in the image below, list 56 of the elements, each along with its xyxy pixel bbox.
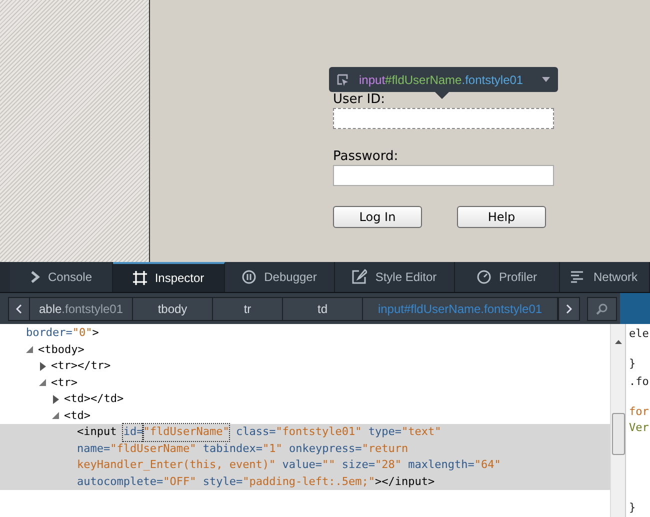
breadcrumb[interactable]: td	[283, 296, 363, 320]
tab-label: Inspector	[154, 270, 204, 285]
expanded-triangle-icon[interactable]	[26, 345, 34, 354]
tab-label: Style Editor	[375, 270, 437, 284]
markup-line[interactable]: border="0">	[0, 325, 610, 342]
pencil-icon	[352, 269, 368, 284]
expanded-triangle-icon[interactable]	[52, 411, 60, 420]
devtools-tab[interactable]: Network	[560, 262, 650, 292]
collapsed-triangle-icon[interactable]	[39, 362, 47, 371]
devtools-tab[interactable]: Console	[10, 262, 113, 292]
dropdown-caret-icon[interactable]	[542, 77, 550, 82]
field-label: User ID:	[333, 92, 386, 107]
markup-line[interactable]: <tbody>	[0, 342, 610, 358]
tab-label: Debugger	[264, 270, 317, 284]
tooltip-selector: input#fldUserName.fontstyle01	[359, 72, 524, 86]
devtools-tab[interactable]: Debugger	[225, 262, 335, 292]
pause-icon	[242, 270, 256, 284]
log-in-button[interactable]: Log In	[333, 206, 422, 228]
tab-label: Console	[48, 270, 92, 284]
css-rule-text: }	[629, 357, 637, 372]
breadcrumb[interactable]: able.fontstyle01	[30, 296, 133, 320]
css-rule-text: Ver	[629, 421, 650, 436]
field-label: Password:	[333, 149, 400, 164]
scroll-thumb[interactable]	[612, 413, 625, 455]
chevron-icon	[30, 270, 40, 283]
pick-element-icon	[337, 74, 349, 86]
gauge-icon	[476, 270, 491, 284]
search-icon	[596, 302, 608, 314]
devtools-tab[interactable]: Inspector	[113, 262, 225, 292]
forward-arrow-button[interactable]	[558, 296, 580, 320]
input-field[interactable]	[333, 165, 554, 186]
lines-icon	[571, 270, 586, 283]
breadcrumb[interactable]: tbody	[133, 296, 213, 320]
css-rule-text: ele	[629, 327, 650, 342]
expanded-triangle-icon[interactable]	[39, 378, 47, 388]
collapsed-triangle-icon[interactable]	[52, 394, 60, 404]
css-rule-text: for	[629, 405, 650, 420]
frame-icon	[132, 270, 147, 285]
sidebar-header	[620, 293, 650, 324]
markup-line[interactable]: <tr>	[0, 374, 610, 391]
markup-line[interactable]: <tr></tr>	[0, 358, 610, 374]
markup-line[interactable]: <td></td>	[0, 391, 610, 408]
breadcrumb[interactable]: tr	[213, 296, 283, 320]
scrollbar[interactable]	[610, 324, 625, 517]
markup-line[interactable]: <td>	[0, 408, 610, 424]
input-field[interactable]	[333, 108, 554, 129]
css-rule-text: }	[629, 501, 637, 516]
scroll-up-icon[interactable]	[615, 340, 622, 344]
back-arrow-button[interactable]	[8, 296, 30, 320]
tab-label: Network	[593, 270, 638, 284]
tab-label: Profiler	[498, 270, 537, 284]
css-rule-text: .fo	[629, 375, 650, 390]
help-button[interactable]: Help	[457, 206, 546, 228]
devtools-tab[interactable]: Style Editor	[335, 262, 455, 292]
devtools-tab[interactable]: Profiler	[455, 262, 560, 292]
search-button[interactable]	[587, 296, 617, 320]
